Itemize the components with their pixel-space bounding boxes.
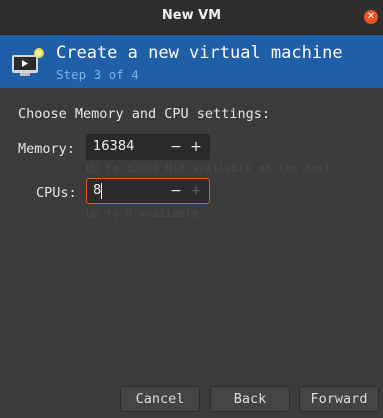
- section-label: Choose Memory and CPU settings:: [18, 106, 270, 122]
- text-cursor: [101, 183, 102, 199]
- cpus-label: CPUs:: [36, 185, 77, 201]
- memory-label: Memory:: [18, 141, 75, 157]
- vm-icon: [12, 48, 44, 76]
- cpus-hint: Up to 8 available: [86, 207, 199, 220]
- cancel-button[interactable]: Cancel: [120, 386, 200, 412]
- close-icon[interactable]: ✕: [364, 10, 378, 24]
- memory-spinner[interactable]: 16384 − +: [86, 134, 210, 160]
- cpus-spinner[interactable]: 8 − +: [86, 178, 210, 204]
- wizard-header: Create a new virtual machine Step 3 of 4: [0, 35, 383, 88]
- memory-decrement-button[interactable]: −: [168, 137, 184, 157]
- memory-hint: Up to 32000 MiB available on the host: [86, 162, 332, 175]
- back-button[interactable]: Back: [210, 386, 290, 412]
- cpus-decrement-button[interactable]: −: [168, 181, 184, 201]
- wizard-step: Step 3 of 4: [56, 67, 139, 82]
- cpus-increment-button: +: [190, 183, 202, 199]
- memory-increment-button[interactable]: +: [188, 137, 204, 157]
- wizard-heading: Create a new virtual machine: [56, 43, 343, 63]
- title-bar: New VM ✕: [0, 0, 383, 35]
- window-title: New VM: [161, 8, 222, 23]
- forward-button[interactable]: Forward: [299, 386, 379, 412]
- memory-value[interactable]: 16384: [93, 139, 134, 154]
